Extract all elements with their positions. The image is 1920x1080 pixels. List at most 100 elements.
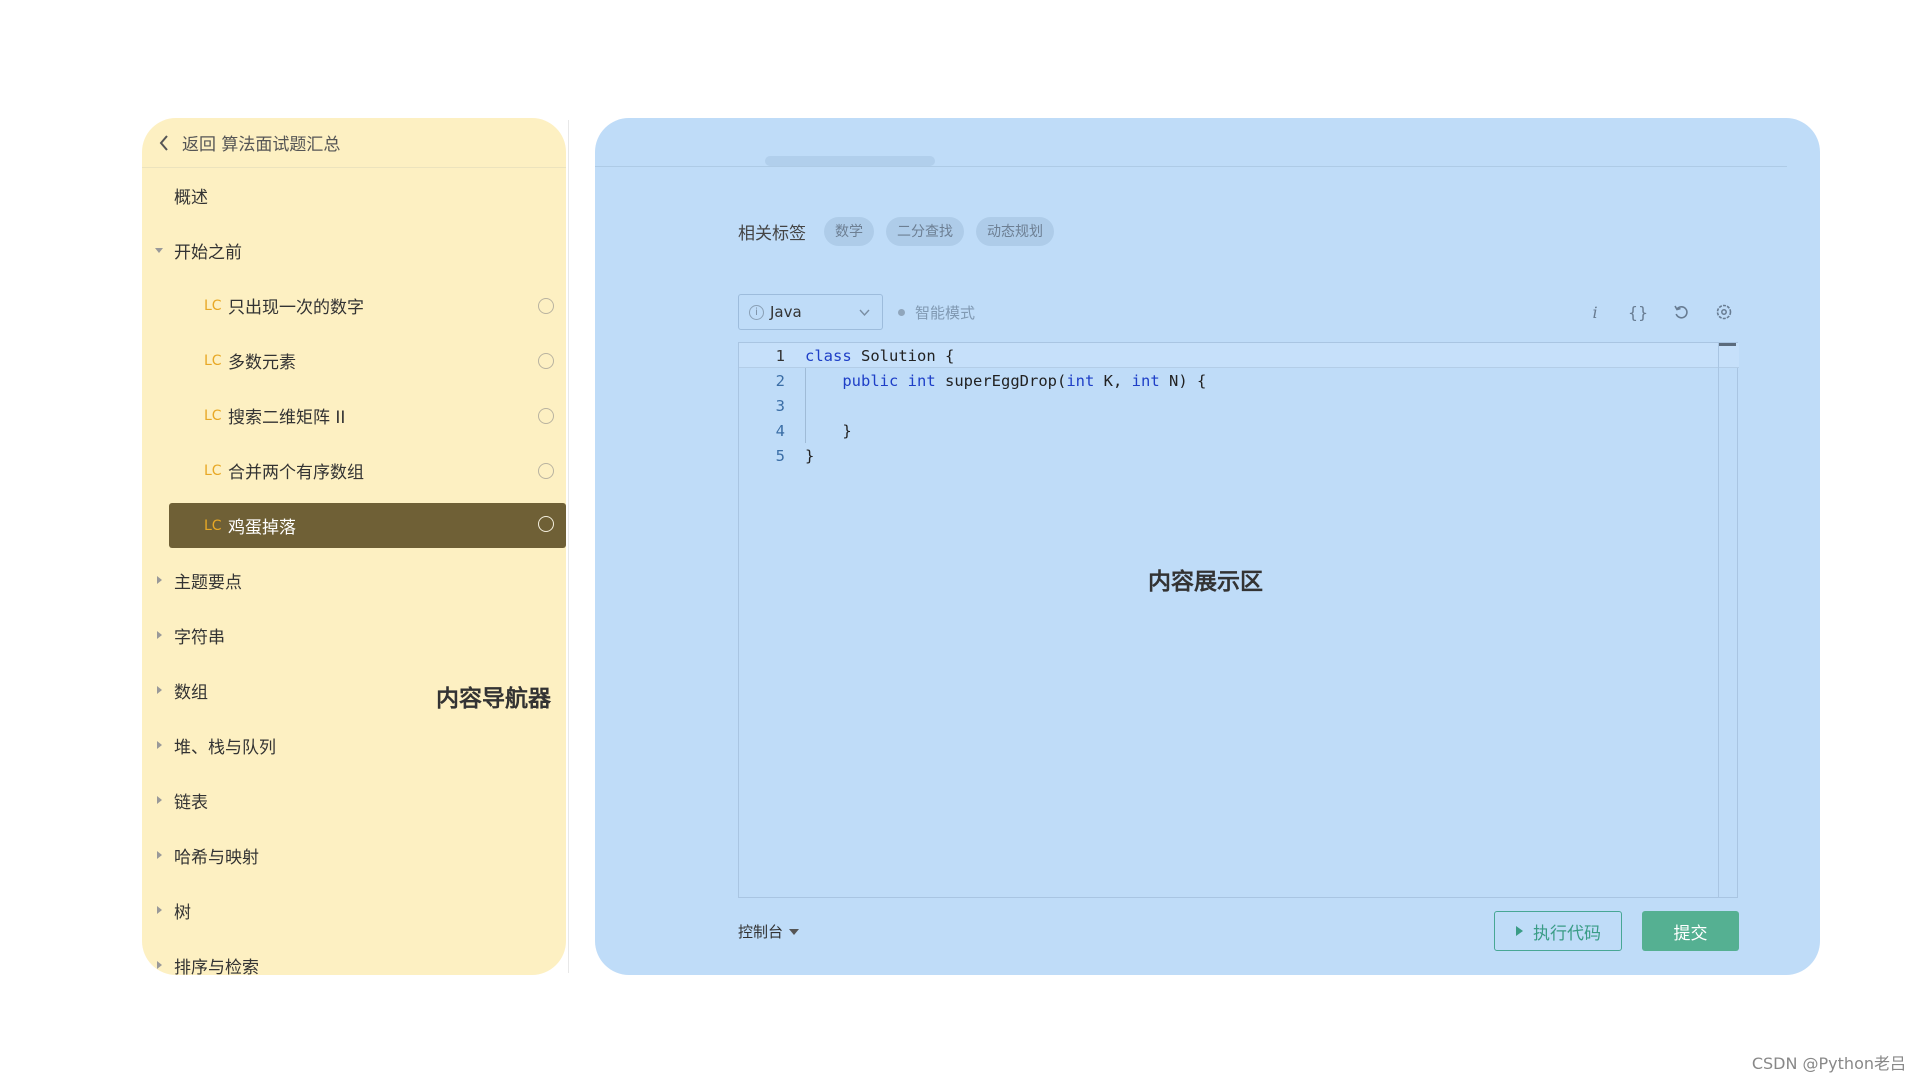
settings-icon[interactable] — [1710, 298, 1738, 326]
header-divider — [595, 166, 1787, 167]
caret-right-icon — [157, 631, 162, 639]
editor-footer: 控制台 执行代码 提交 — [738, 911, 1739, 951]
nav-problem-label: 合并两个有序数组 — [228, 463, 364, 483]
related-tags: 相关标签 数学 二分查找 动态规划 — [738, 216, 1066, 246]
nav-group-label: 主题要点 — [174, 573, 242, 593]
caret-right-icon — [157, 686, 162, 694]
code-text: superEggDrop( — [935, 371, 1067, 390]
tag-dynamic-programming[interactable]: 动态规划 — [976, 216, 1054, 246]
nav-group-linked-list[interactable]: 链表 — [142, 773, 566, 828]
smart-mode-label: 智能模式 — [915, 304, 976, 322]
line-number: 2 — [775, 371, 785, 390]
caret-right-icon — [157, 906, 162, 914]
nav-group-sort-search[interactable]: 排序与检索 — [142, 938, 566, 975]
back-link-label: 返回 算法面试题汇总 — [182, 135, 341, 155]
code-line: 5 } — [739, 443, 1699, 468]
code-keyword: public — [842, 371, 899, 390]
caret-down-icon — [789, 928, 800, 935]
tag-binary-search[interactable]: 二分查找 — [886, 216, 964, 246]
nav-item-overview[interactable]: 概述 — [142, 168, 566, 223]
related-tags-label: 相关标签 — [738, 223, 806, 244]
nav-group-topics[interactable]: 主题要点 — [142, 553, 566, 608]
nav-group-hash-map[interactable]: 哈希与映射 — [142, 828, 566, 883]
caret-right-icon — [157, 741, 162, 749]
content-annotation-label: 内容展示区 — [1148, 569, 1263, 595]
navigator-annotation-label: 内容导航器 — [436, 686, 551, 712]
lc-badge: LC — [204, 407, 222, 424]
lc-badge: LC — [204, 462, 222, 479]
submit-label: 提交 — [1673, 923, 1708, 944]
nav-group-heap-stack-queue[interactable]: 堆、栈与队列 — [142, 718, 566, 773]
chevron-left-icon — [159, 134, 168, 151]
code-text: } — [805, 421, 852, 440]
panel-divider — [568, 120, 569, 973]
code-line: 2 public int superEggDrop(int K, int N) … — [739, 368, 1699, 393]
console-toggle-button[interactable]: 控制台 — [738, 921, 800, 942]
nav-item-label: 概述 — [174, 188, 208, 208]
nav-problem-label: 搜索二维矩阵 II — [228, 408, 346, 428]
nav-group-label: 开始之前 — [174, 243, 242, 263]
console-label: 控制台 — [738, 923, 784, 941]
status-circle-icon — [538, 408, 554, 424]
reset-icon[interactable] — [1667, 298, 1695, 326]
line-number: 4 — [775, 421, 785, 440]
play-icon — [1516, 926, 1523, 936]
smart-mode-toggle[interactable]: 智能模式 — [898, 302, 975, 323]
run-code-label: 执行代码 — [1533, 923, 1601, 944]
content-display-area: 相关标签 数学 二分查找 动态规划 i Java 智能模式 i {} 1 cla… — [595, 118, 1820, 975]
nav-problem-item[interactable]: LC 合并两个有序数组 — [142, 443, 566, 498]
nav-group-tree[interactable]: 树 — [142, 883, 566, 938]
code-keyword: class — [805, 346, 852, 365]
lc-badge: LC — [204, 517, 222, 534]
nav-group-label: 数组 — [174, 683, 208, 703]
code-text: } — [805, 446, 815, 465]
code-line: 1 class Solution { — [739, 343, 1699, 368]
info-icon[interactable]: i — [1581, 298, 1609, 326]
braces-icon[interactable]: {} — [1624, 298, 1652, 326]
nav-problem-item-active[interactable]: LC 鸡蛋掉落 — [169, 503, 566, 548]
editor-scroll-thumb[interactable] — [1719, 343, 1736, 346]
nav-group-label: 哈希与映射 — [174, 848, 259, 868]
status-circle-icon — [538, 516, 554, 532]
language-select[interactable]: i Java — [738, 294, 883, 330]
nav-problem-label: 只出现一次的数字 — [228, 298, 364, 318]
tag-math[interactable]: 数学 — [824, 216, 874, 246]
nav-problem-label: 鸡蛋掉落 — [228, 518, 296, 538]
nav-problem-item[interactable]: LC 多数元素 — [142, 333, 566, 388]
nav-group-before-start[interactable]: 开始之前 — [142, 223, 566, 278]
caret-right-icon — [157, 961, 162, 969]
nav-group-label: 堆、栈与队列 — [174, 738, 276, 758]
caret-right-icon — [157, 851, 162, 859]
nav-group-label: 排序与检索 — [174, 958, 259, 975]
nav-group-strings[interactable]: 字符串 — [142, 608, 566, 663]
watermark: CSDN @Python老吕 — [1751, 1054, 1906, 1073]
content-navigator: 返回 算法面试题汇总 概述 开始之前 LC 只出现一次的数字 LC 多数元素 L… — [142, 118, 566, 975]
back-link[interactable]: 返回 算法面试题汇总 — [142, 118, 566, 168]
status-circle-icon — [538, 353, 554, 369]
line-number: 3 — [775, 396, 785, 415]
code-line: 3 — [739, 393, 1699, 418]
lc-badge: LC — [204, 352, 222, 369]
nav-problem-item[interactable]: LC 搜索二维矩阵 II — [142, 388, 566, 443]
code-text: class Solution { — [805, 347, 954, 365]
code-text: K, — [1094, 371, 1132, 390]
editor-scroll-track — [1718, 343, 1719, 897]
lc-badge: LC — [204, 297, 222, 314]
editor-tool-icons: i {} — [1566, 298, 1738, 326]
info-circle-icon: i — [749, 304, 764, 320]
nav-problem-item[interactable]: LC 只出现一次的数字 — [142, 278, 566, 333]
language-value: Java — [770, 303, 802, 321]
caret-right-icon — [157, 796, 162, 804]
code-keyword: int — [1131, 371, 1160, 390]
code-text: N) { — [1159, 371, 1207, 390]
run-code-button[interactable]: 执行代码 — [1494, 911, 1622, 951]
status-circle-icon — [538, 298, 554, 314]
caret-right-icon — [157, 576, 162, 584]
nav-problem-label: 多数元素 — [228, 353, 296, 373]
code-editor[interactable]: 1 class Solution { 2 public int superEgg… — [738, 342, 1739, 898]
submit-button[interactable]: 提交 — [1642, 911, 1739, 951]
code-keyword: int — [1066, 371, 1095, 390]
nav-group-label: 树 — [174, 903, 191, 923]
chevron-down-icon — [859, 309, 870, 317]
code-line: 4 } — [739, 418, 1699, 443]
